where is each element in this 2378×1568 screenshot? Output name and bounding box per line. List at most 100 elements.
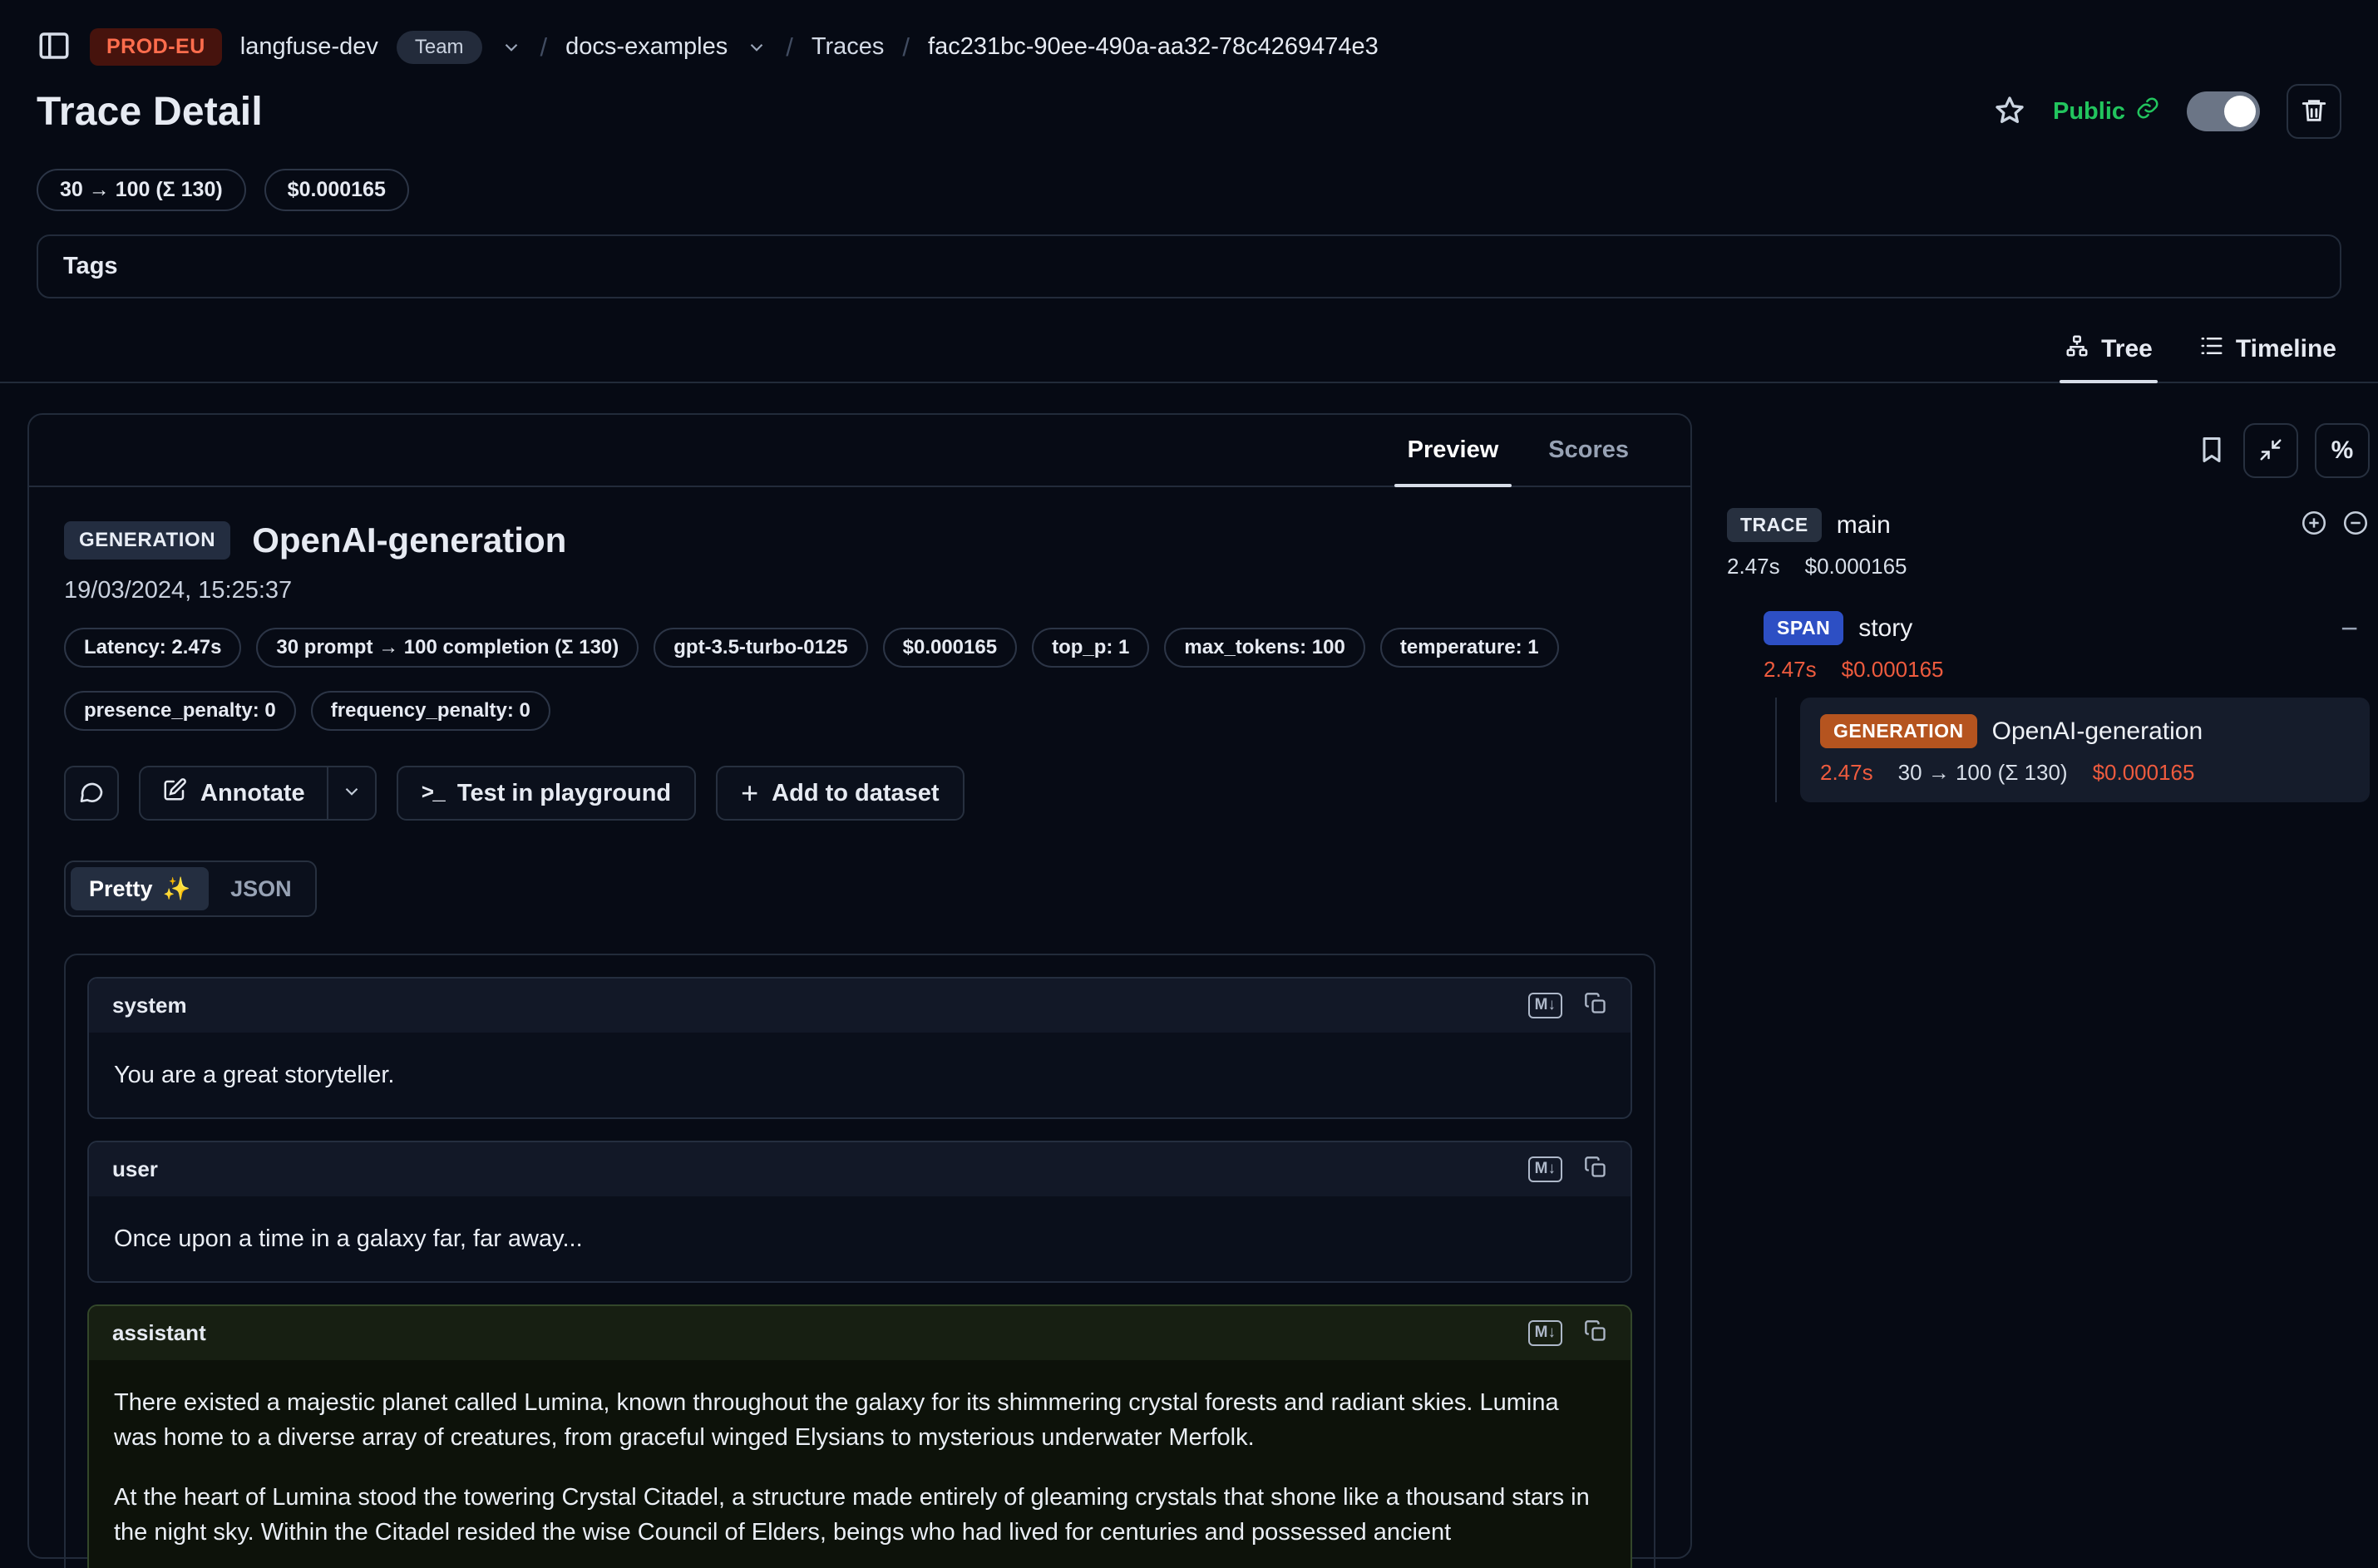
message-assistant: assistant M↓ There existed a majestic pl…: [87, 1304, 1632, 1568]
tab-timeline-label: Timeline: [2236, 335, 2336, 363]
public-status: Public: [2053, 96, 2160, 127]
project-chevron-down-icon[interactable]: [746, 37, 767, 58]
tree-zoom-controls: [2300, 509, 2370, 541]
observation-header: GENERATION OpenAI-generation: [64, 520, 1655, 560]
span-metrics: 2.47s $0.000165: [1764, 657, 2370, 683]
trace-latency: 2.47s: [1727, 554, 1780, 579]
tab-timeline[interactable]: Timeline: [2199, 333, 2336, 382]
tree-node-trace[interactable]: TRACE main: [1727, 508, 2370, 542]
top-bar: PROD-EU langfuse-dev Team / docs-example…: [0, 0, 2378, 298]
breadcrumb-project[interactable]: docs-examples: [565, 33, 728, 61]
format-json-option[interactable]: JSON: [212, 867, 310, 910]
span-badge: SPAN: [1764, 611, 1843, 645]
breadcrumb-separator: /: [902, 32, 910, 62]
public-label: Public: [2053, 98, 2125, 126]
toggle-percentages-button[interactable]: %: [2315, 423, 2370, 478]
span-latency: 2.47s: [1764, 657, 1817, 683]
trace-tree-panel: % TRACE main 2.47s $0.000165: [1692, 413, 2378, 802]
trace-badge: TRACE: [1727, 508, 1822, 542]
org-chevron-down-icon[interactable]: [501, 37, 522, 58]
cost-badge: $0.000165: [264, 169, 409, 211]
message-paragraph: Once upon a time in a galaxy far, far aw…: [114, 1221, 1606, 1256]
link-icon: [2135, 96, 2160, 127]
sparkles-icon: ✨: [163, 875, 191, 902]
model-pill[interactable]: gpt-3.5-turbo-0125: [654, 628, 867, 668]
latency-pill: Latency: 2.47s: [64, 628, 241, 668]
tree-icon: [2065, 333, 2089, 365]
generation-cost: $0.000165: [2093, 760, 2195, 786]
trace-detail-page: PROD-EU langfuse-dev Team / docs-example…: [0, 0, 2378, 1568]
message-role: assistant: [112, 1320, 206, 1346]
token-usage-badge: 30 → 100 (Σ 130): [37, 169, 246, 211]
messages-container: system M↓ You are a great storyteller.: [64, 954, 1655, 1568]
sidebar-toggle-button[interactable]: [37, 28, 72, 66]
comment-button[interactable]: [64, 766, 119, 821]
message-content: There existed a majestic planet called L…: [89, 1360, 1631, 1568]
breadcrumb-traces-link[interactable]: Traces: [812, 33, 885, 61]
observation-title: OpenAI-generation: [252, 520, 566, 560]
copy-icon[interactable]: [1584, 1156, 1607, 1183]
environment-badge: PROD-EU: [90, 28, 222, 66]
breadcrumb-org[interactable]: langfuse-dev: [240, 33, 378, 61]
markdown-icon[interactable]: M↓: [1528, 1320, 1562, 1346]
cost-pill: $0.000165: [883, 628, 1017, 668]
org-type-badge: Team: [397, 31, 482, 64]
minus-circle-icon[interactable]: [2341, 509, 2370, 541]
add-to-dataset-label: Add to dataset: [772, 780, 939, 807]
bookmark-button[interactable]: [2197, 435, 2227, 467]
message-paragraph: You are a great storyteller.: [114, 1058, 1606, 1092]
span-name: story: [1858, 614, 1912, 643]
observation-timestamp: 19/03/2024, 15:25:37: [64, 577, 1655, 604]
message-system: system M↓ You are a great storyteller.: [87, 977, 1632, 1119]
markdown-icon[interactable]: M↓: [1528, 993, 1562, 1018]
tree-node-generation-selected[interactable]: GENERATION OpenAI-generation 2.47s 30 → …: [1800, 698, 2370, 802]
message-header-icons: M↓: [1528, 1156, 1607, 1183]
tab-tree[interactable]: Tree: [2065, 333, 2153, 382]
tags-section[interactable]: Tags: [37, 234, 2341, 298]
annotate-split-button: Annotate: [139, 766, 377, 821]
breadcrumb: PROD-EU langfuse-dev Team / docs-example…: [37, 28, 2341, 66]
message-role: user: [112, 1156, 158, 1182]
message-paragraph: At the heart of Lumina stood the towerin…: [114, 1480, 1606, 1550]
annotate-pencil-icon: [162, 777, 187, 809]
annotate-button[interactable]: Annotate: [141, 767, 327, 819]
markdown-icon[interactable]: M↓: [1528, 1156, 1562, 1182]
generation-row: GENERATION OpenAI-generation: [1820, 714, 2350, 748]
add-to-dataset-button[interactable]: + Add to dataset: [716, 766, 964, 821]
presence-penalty-pill: presence_penalty: 0: [64, 691, 296, 731]
message-content: Once upon a time in a galaxy far, far aw…: [89, 1196, 1631, 1281]
tree-node-span[interactable]: SPAN story −: [1764, 611, 2370, 645]
percent-icon: %: [2331, 436, 2354, 465]
generation-tokens: 30 → 100 (Σ 130): [1898, 760, 2068, 786]
format-toggle: Pretty ✨ JSON: [64, 860, 317, 917]
tab-preview[interactable]: Preview: [1383, 415, 1524, 486]
observation-metadata-pills: Latency: 2.47s 30 prompt → 100 completio…: [64, 628, 1655, 668]
plus-circle-icon[interactable]: [2300, 509, 2328, 541]
view-tabs: Tree Timeline: [0, 333, 2378, 383]
title-row: Trace Detail Public: [37, 84, 2341, 139]
tab-tree-label: Tree: [2101, 335, 2153, 363]
public-toggle[interactable]: [2187, 91, 2260, 131]
copy-icon[interactable]: [1584, 992, 1607, 1019]
collapse-node-icon[interactable]: −: [2341, 614, 2370, 643]
format-pretty-option[interactable]: Pretty ✨: [71, 867, 209, 910]
delete-trace-button[interactable]: [2287, 84, 2341, 139]
temperature-pill: temperature: 1: [1380, 628, 1559, 668]
bookmark-icon: [2197, 435, 2227, 467]
trace-cost: $0.000165: [1805, 554, 1907, 579]
message-role: system: [112, 993, 187, 1018]
generation-name: OpenAI-generation: [1992, 717, 2203, 746]
trace-tree: TRACE main 2.47s $0.000165 SPAN story: [1727, 508, 2370, 802]
star-button[interactable]: [1993, 94, 2026, 130]
frequency-penalty-pill: frequency_penalty: 0: [311, 691, 550, 731]
toggle-knob: [2224, 96, 2256, 127]
test-in-playground-button[interactable]: >_ Test in playground: [397, 766, 696, 821]
breadcrumb-separator: /: [786, 32, 793, 62]
copy-icon[interactable]: [1584, 1319, 1607, 1347]
message-header: user M↓: [89, 1142, 1631, 1196]
annotate-dropdown-button[interactable]: [327, 767, 375, 819]
tab-scores[interactable]: Scores: [1523, 415, 1654, 486]
message-header: system M↓: [89, 979, 1631, 1033]
collapse-all-button[interactable]: [2243, 423, 2298, 478]
message-header-icons: M↓: [1528, 1319, 1607, 1347]
